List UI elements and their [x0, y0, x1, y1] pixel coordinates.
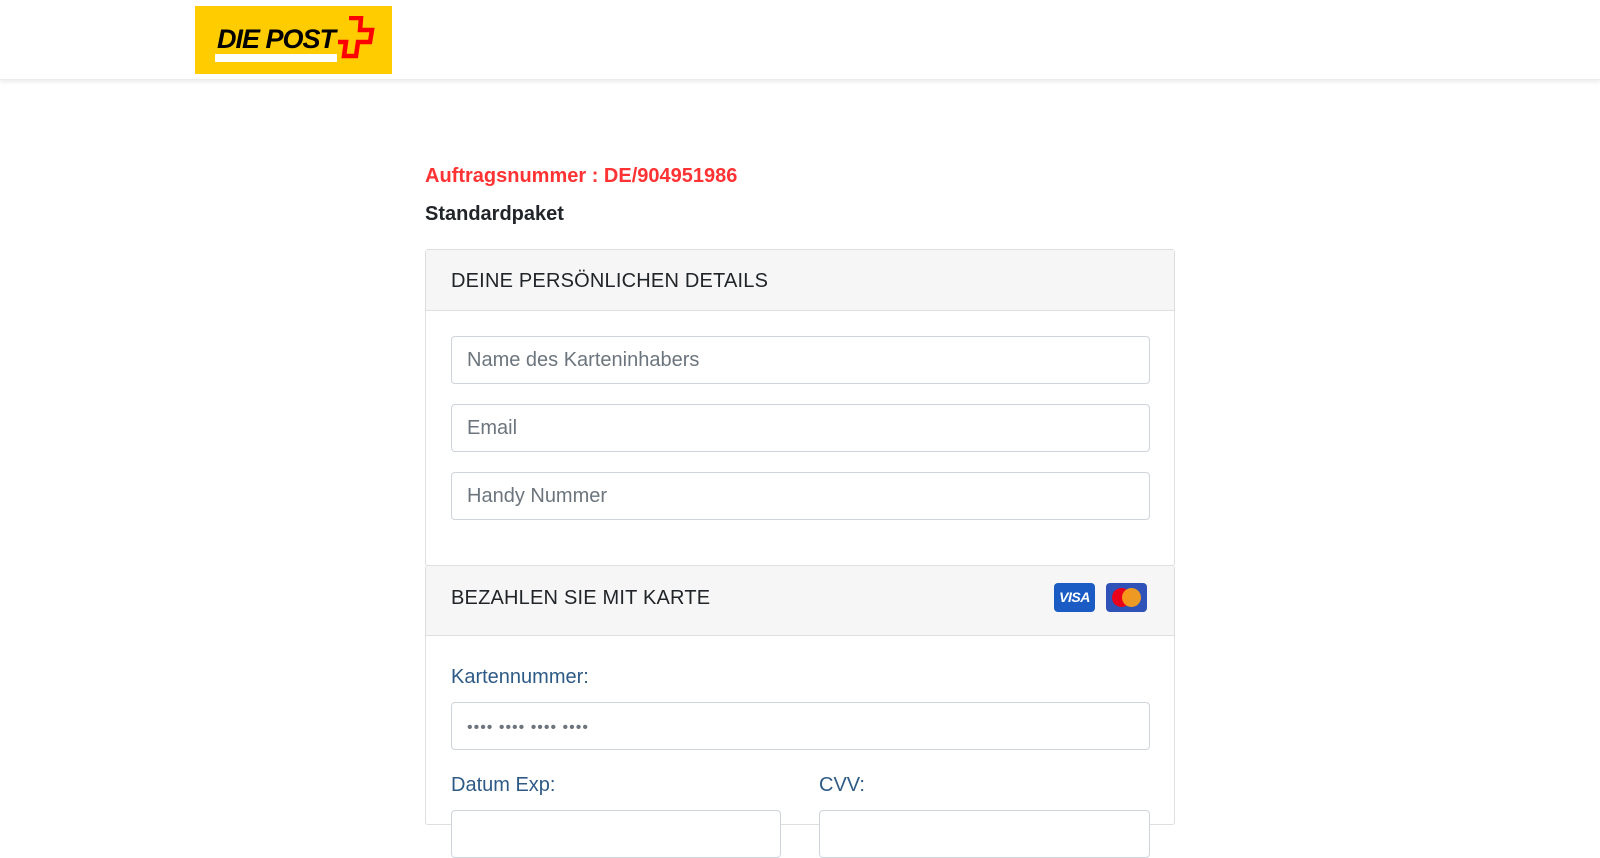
order-number: Auftragsnummer : DE/904951986	[425, 165, 738, 187]
personal-details-card: DEINE PERSÖNLICHEN DETAILS	[425, 249, 1175, 566]
logo-text: DIE POST	[217, 24, 336, 54]
logo-underline	[215, 54, 337, 62]
card-payment-title: BEZAHLEN SIE MIT KARTE	[451, 587, 711, 609]
swiss-cross-icon	[338, 16, 375, 59]
site-header: DIE POST	[0, 0, 1600, 80]
accepted-cards: VISA	[1054, 583, 1147, 612]
card-number-input[interactable]	[451, 702, 1150, 750]
personal-details-header: DEINE PERSÖNLICHEN DETAILS	[426, 250, 1174, 311]
cvv-label: CVV:	[819, 774, 865, 796]
personal-details-title: DEINE PERSÖNLICHEN DETAILS	[451, 270, 769, 292]
mastercard-icon	[1106, 583, 1147, 612]
card-payment-card: BEZAHLEN SIE MIT KARTE VISA Kartennummer…	[425, 565, 1175, 858]
expiry-date-input[interactable]	[451, 810, 781, 858]
cardholder-name-input[interactable]	[451, 336, 1150, 384]
card-payment-header: BEZAHLEN SIE MIT KARTE VISA	[426, 566, 1174, 636]
die-post-logo[interactable]: DIE POST	[195, 6, 392, 74]
package-type: Standardpaket	[425, 203, 564, 225]
phone-number-input[interactable]	[451, 472, 1150, 520]
visa-icon: VISA	[1054, 583, 1095, 612]
email-input[interactable]	[451, 404, 1150, 452]
card-number-label: Kartennummer:	[451, 666, 589, 688]
expiry-date-label: Datum Exp:	[451, 774, 556, 796]
cvv-input[interactable]	[819, 810, 1150, 858]
